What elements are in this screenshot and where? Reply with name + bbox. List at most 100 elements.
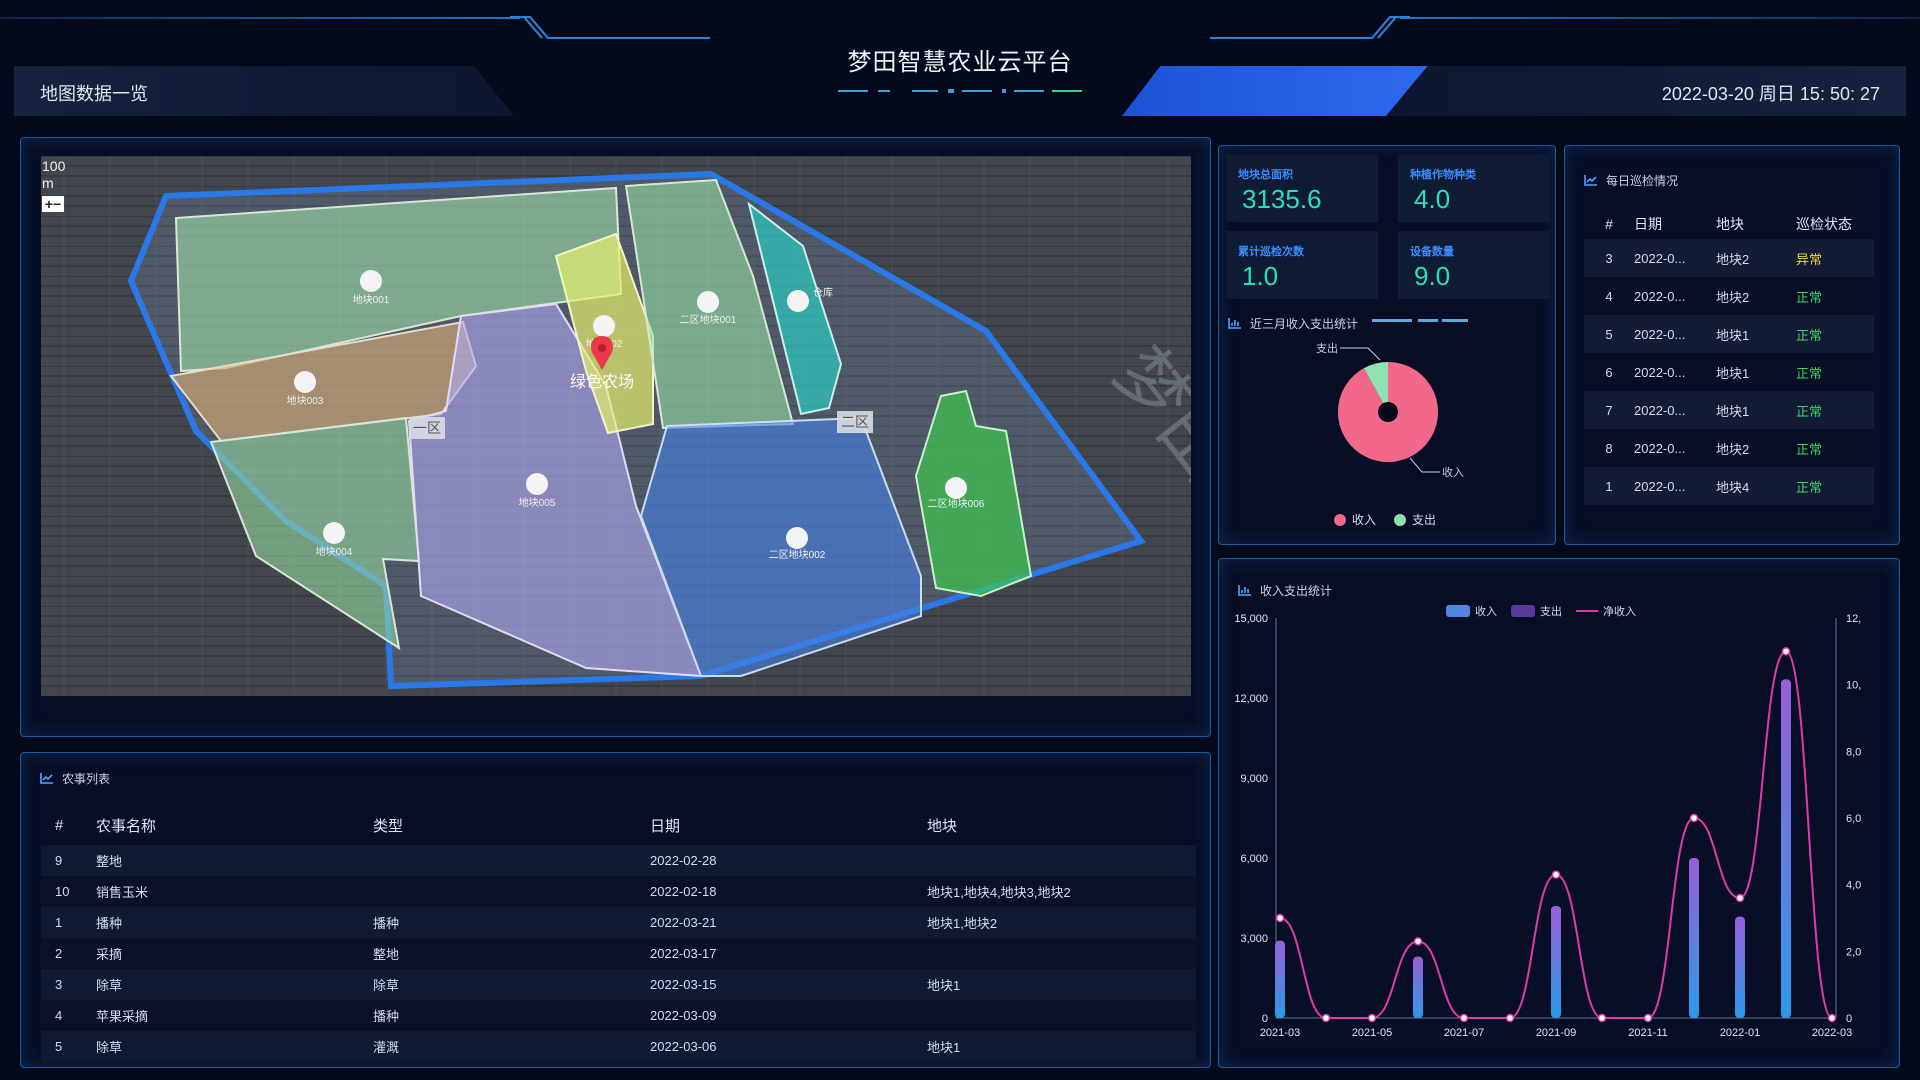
y-tick-label: 0 [1262, 1013, 1268, 1025]
farm-name-label: 绿色农场 [570, 373, 634, 391]
x-tick-label: 2021-03 [1260, 1027, 1300, 1039]
legend-dot [1334, 514, 1346, 526]
cell-name: 苹果采摘 [96, 1009, 149, 1024]
zone1-label: 一区 [413, 420, 441, 436]
revenue-title-text: 收入支出统计 [1260, 584, 1333, 598]
cell-no: 5 [55, 1039, 63, 1054]
bar-chart-icon [1228, 318, 1241, 329]
y-right-tick-label: 10, [1846, 680, 1861, 692]
net-income-point [1689, 813, 1699, 823]
table-row[interactable]: 4 苹果采摘 播种 2022-03-09 [41, 1000, 1196, 1031]
plot-label: 地块001 [353, 293, 390, 306]
stat-value: 1.0 [1242, 261, 1279, 291]
cell-plot: 地块1,地块2 [927, 916, 998, 931]
net-income-point [1459, 1013, 1469, 1023]
table-row[interactable]: 2 采摘 整地 2022-03-17 [41, 938, 1196, 969]
cell-type: 播种 [373, 1009, 400, 1024]
cell-date: 2022-03-09 [650, 1008, 717, 1023]
cell-date: 2022-03-21 [650, 915, 717, 930]
patrol-title-text: 每日巡检情况 [1606, 174, 1679, 188]
pie-title: 近三月收入支出统计 [1228, 315, 1358, 332]
pie-center [1378, 402, 1398, 422]
revenue-title: 收入支出统计 [1238, 582, 1332, 599]
stat-value: 4.0 [1414, 184, 1451, 214]
page-title: 梦田智慧农业云平台 [847, 49, 1073, 76]
pie-title-decoration [1372, 319, 1468, 322]
legend-dot [1394, 514, 1407, 526]
cell-name: 除草 [96, 978, 123, 993]
status-badge: 正常 [1796, 479, 1823, 495]
table-row[interactable]: 3 2022-0... 地块2 异常 [1584, 239, 1874, 277]
table-row[interactable]: 8 2022-0... 地块2 正常 [1584, 429, 1874, 467]
cell-plot: 地块1 [927, 1040, 961, 1055]
stat-label: 地块总面积 [1238, 169, 1293, 181]
map-zoom-control[interactable]: +− [42, 196, 64, 212]
patrol-title: 每日巡检情况 [1584, 172, 1678, 189]
header-right-tab: 2022-03-20 周日 15: 50: 27 [1386, 66, 1906, 116]
table-row[interactable]: 9 整地 2022-02-28 [41, 845, 1196, 876]
bar-income [1735, 916, 1745, 1018]
col-header: 类型 [373, 817, 404, 835]
table-row[interactable]: 3 除草 除草 2022-03-15 地块1 [41, 969, 1196, 1000]
stat-total-area: 地块总面积 3135.6 [1226, 154, 1378, 222]
leaf-icon [787, 290, 809, 312]
status-badge: 正常 [1796, 403, 1823, 419]
table-row[interactable]: 1 播种 播种 2022-03-21 地块1,地块2 [41, 907, 1196, 938]
stat-value: 9.0 [1414, 261, 1451, 291]
plot-label: 地块005 [519, 496, 556, 509]
col-header: 地块 [927, 817, 958, 835]
net-income-point [1827, 1013, 1837, 1023]
cell-plot: 地块1 [1716, 403, 1750, 419]
plot-label: 地块003 [287, 394, 324, 407]
table-row[interactable]: 4 2022-0... 地块2 正常 [1584, 277, 1874, 315]
leaf-icon [786, 527, 808, 549]
cell-no: 3 [1605, 250, 1613, 266]
cell-no: 10 [55, 884, 70, 899]
cell-type: 整地 [373, 947, 400, 962]
net-income-point [1413, 937, 1423, 946]
cell-date: 2022-0... [1634, 478, 1686, 494]
y-right-tick-label: 4,0 [1846, 880, 1861, 892]
cell-date: 2022-02-18 [650, 884, 717, 899]
y-tick-label: 6,000 [1240, 853, 1268, 865]
cell-no: 2 [55, 946, 63, 961]
cell-plot: 地块2 [1716, 289, 1750, 305]
status-badge: 正常 [1796, 365, 1823, 381]
y-right-tick-label: 8,0 [1846, 746, 1861, 758]
stat-crop-types: 种植作物种类 4.0 [1398, 154, 1550, 222]
cell-date: 2022-03-06 [650, 1039, 717, 1054]
cell-name: 播种 [96, 916, 123, 931]
cell-name: 采摘 [96, 947, 123, 962]
pie-legend: 收入 支出 [1334, 511, 1436, 528]
map-canvas[interactable]: 一区 二区 地块001 地块003 地块004 地块005 地块 [41, 156, 1191, 696]
plot-label: 仓库 [813, 286, 833, 299]
table-row[interactable]: 7 2022-0... 地块1 正常 [1584, 391, 1874, 429]
cell-type: 播种 [373, 916, 400, 931]
legend-item-expense[interactable]: 支出 [1394, 511, 1436, 528]
y-right-tick-label: 2,0 [1846, 946, 1861, 958]
map-scale-value: 100 [42, 158, 66, 174]
table-row[interactable]: 1 2022-0... 地块4 正常 [1584, 467, 1874, 505]
cell-no: 8 [1605, 440, 1613, 456]
stat-value: 3135.6 [1242, 184, 1322, 214]
cell-no: 9 [55, 853, 63, 868]
cell-no: 3 [55, 977, 63, 992]
revenue-chart[interactable]: 0 3,000 6,000 9,000 12,000 15,000 0 2,0 4,0 6,0 8,… [1224, 600, 1896, 1060]
cell-no: 5 [1605, 326, 1613, 342]
table-row[interactable]: 10 销售玉米 2022-02-18 地块1,地块4,地块3,地块2 [41, 876, 1196, 907]
leaf-icon [593, 315, 615, 337]
income-expense-pie[interactable]: 支出 收入 [1300, 338, 1490, 478]
table-row[interactable]: 6 2022-0... 地块1 正常 [1584, 353, 1874, 391]
x-tick-label: 2021-09 [1536, 1027, 1576, 1039]
plot-label: 二区地块002 [769, 548, 826, 561]
cell-name: 销售玉米 [96, 885, 149, 900]
cell-type: 除草 [373, 978, 400, 993]
farm-map[interactable]: 一区 二区 地块001 地块003 地块004 地块005 地块 [41, 156, 1191, 696]
cell-date: 2022-0... [1634, 364, 1686, 380]
stat-label: 种植作物种类 [1410, 169, 1476, 181]
y-right-tick-label: 0 [1846, 1013, 1852, 1025]
table-row[interactable]: 5 2022-0... 地块1 正常 [1584, 315, 1874, 353]
legend-item-income[interactable]: 收入 [1334, 511, 1376, 528]
cell-date: 2022-0... [1634, 288, 1686, 304]
table-row[interactable]: 5 除草 灌溉 2022-03-06 地块1 [41, 1031, 1196, 1062]
